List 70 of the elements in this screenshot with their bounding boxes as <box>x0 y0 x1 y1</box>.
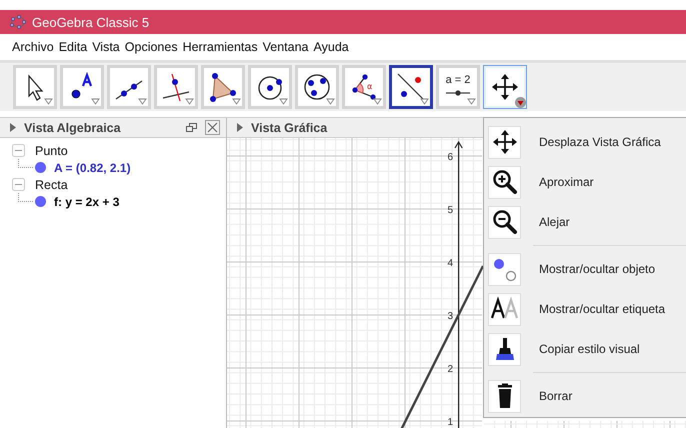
conic-tool-icon <box>302 72 332 102</box>
axis-tick-label: 4 <box>447 258 453 269</box>
tool-button[interactable] <box>483 65 527 109</box>
menu-item[interactable]: Archivo <box>12 40 54 54</box>
tool-button[interactable]: a = 2 <box>436 65 480 109</box>
dropdown-caret-icon <box>138 98 147 105</box>
perpendicular-tool-icon <box>161 72 191 102</box>
zoom-in-icon <box>488 166 521 198</box>
zoom-out-icon <box>488 206 521 238</box>
axis-tick-label: 1 <box>447 417 453 428</box>
panel-title: Vista Algebraica <box>24 120 122 134</box>
menu-item[interactable]: Herramientas <box>182 40 258 54</box>
menu-option-label: Desplaza Vista Gráfica <box>539 135 661 149</box>
axis-tick-label: 6 <box>447 152 453 163</box>
collapse-toggle-icon[interactable] <box>12 144 25 157</box>
dropdown-caret-icon <box>373 98 382 105</box>
dropdown-caret-icon <box>185 98 194 105</box>
show-object-icon <box>488 252 521 286</box>
show-label-icon <box>488 292 521 326</box>
menu-item[interactable]: Edita <box>58 40 88 54</box>
menu-option-label: Copiar estilo visual <box>539 342 640 356</box>
copy-style-icon <box>488 332 521 366</box>
collapse-toggle-icon[interactable] <box>12 178 25 191</box>
menu-option[interactable]: Desplaza Vista Gráfica <box>488 122 686 162</box>
dropdown-caret-icon <box>420 98 429 105</box>
tool-button[interactable]: α <box>342 65 386 109</box>
menu-option-label: Borrar <box>539 389 572 403</box>
close-icon[interactable] <box>205 120 220 135</box>
pan-icon <box>488 126 521 158</box>
menu-option-label: Mostrar/ocultar etiqueta <box>539 302 666 316</box>
axis-tick-label: 5 <box>447 205 453 216</box>
menu-option-label: Mostrar/ocultar objeto <box>539 262 656 276</box>
dropdown-caret-icon <box>91 98 100 105</box>
slider-tool-label: a = 2 <box>446 74 470 86</box>
menu-option[interactable]: Alejar <box>488 202 686 242</box>
delete-icon <box>488 380 521 412</box>
pan-tool-icon <box>490 72 520 102</box>
object-definition[interactable]: A = (0.82, 2.1) <box>54 160 131 174</box>
function-line[interactable] <box>400 265 484 428</box>
dropdown-caret-icon <box>44 98 53 105</box>
panel-title: Vista Gráfica <box>251 120 328 134</box>
dropdown-caret-icon <box>515 97 526 108</box>
menu-item[interactable]: Ventana <box>262 40 308 54</box>
visibility-dot[interactable] <box>35 196 46 207</box>
tool-button[interactable] <box>389 65 433 109</box>
dropdown-caret-icon <box>279 98 288 105</box>
dropdown-caret-icon <box>467 98 476 105</box>
restore-window-icon[interactable] <box>186 123 197 132</box>
group-label: Punto <box>35 144 68 158</box>
app-logo-icon <box>10 15 26 29</box>
polygon-tool-icon <box>208 72 238 102</box>
axis-tick-label: 2 <box>447 364 453 375</box>
dropdown-caret-icon <box>326 98 335 105</box>
menu-item[interactable]: Opciones <box>124 40 178 54</box>
menu-option[interactable]: Copiar estilo visual <box>488 329 686 369</box>
object-definition[interactable]: f: y = 2x + 3 <box>54 194 120 208</box>
visibility-dot[interactable] <box>35 162 46 173</box>
slider-tool-icon <box>446 88 470 96</box>
menu-option-label: Alejar <box>539 215 570 229</box>
group-label: Recta <box>35 178 68 192</box>
axis-tick-label: 3 <box>447 311 453 322</box>
window-title: GeoGebra Classic 5 <box>32 14 150 30</box>
menu-item[interactable]: Vista <box>92 40 120 54</box>
menu-option[interactable]: Mostrar/ocultar etiqueta <box>488 289 686 329</box>
menu-item[interactable]: Ayuda <box>314 40 349 54</box>
menu-option[interactable]: Aproximar <box>488 162 686 202</box>
collapse-arrow-icon[interactable] <box>10 123 16 132</box>
dropdown-caret-icon <box>232 98 241 105</box>
collapse-arrow-icon[interactable] <box>237 123 243 132</box>
menu-option-label: Aproximar <box>539 175 594 189</box>
